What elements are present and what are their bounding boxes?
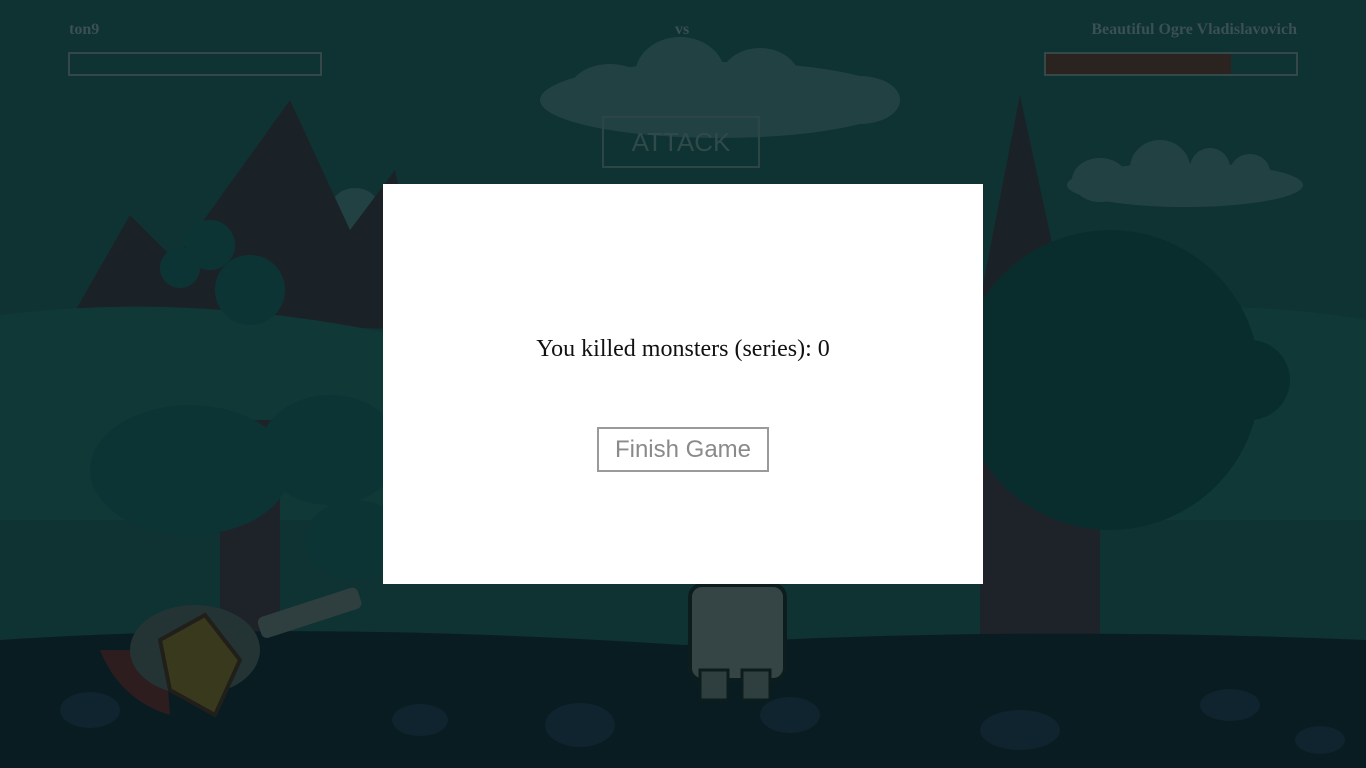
vs-label: vs bbox=[675, 21, 690, 38]
result-text: You killed monsters (series): 0 bbox=[536, 336, 830, 362]
player-health-bar bbox=[68, 52, 322, 76]
enemy-health-bar bbox=[1044, 52, 1298, 76]
player-name: ton9 bbox=[69, 21, 100, 38]
game-over-modal: You killed monsters (series): 0 Finish G… bbox=[383, 184, 983, 584]
finish-game-button[interactable]: Finish Game bbox=[597, 427, 769, 472]
attack-button[interactable]: ATTACK bbox=[602, 116, 760, 168]
enemy-name: Beautiful Ogre Vladislavovich bbox=[1091, 21, 1297, 38]
enemy-health-fill bbox=[1046, 54, 1231, 74]
